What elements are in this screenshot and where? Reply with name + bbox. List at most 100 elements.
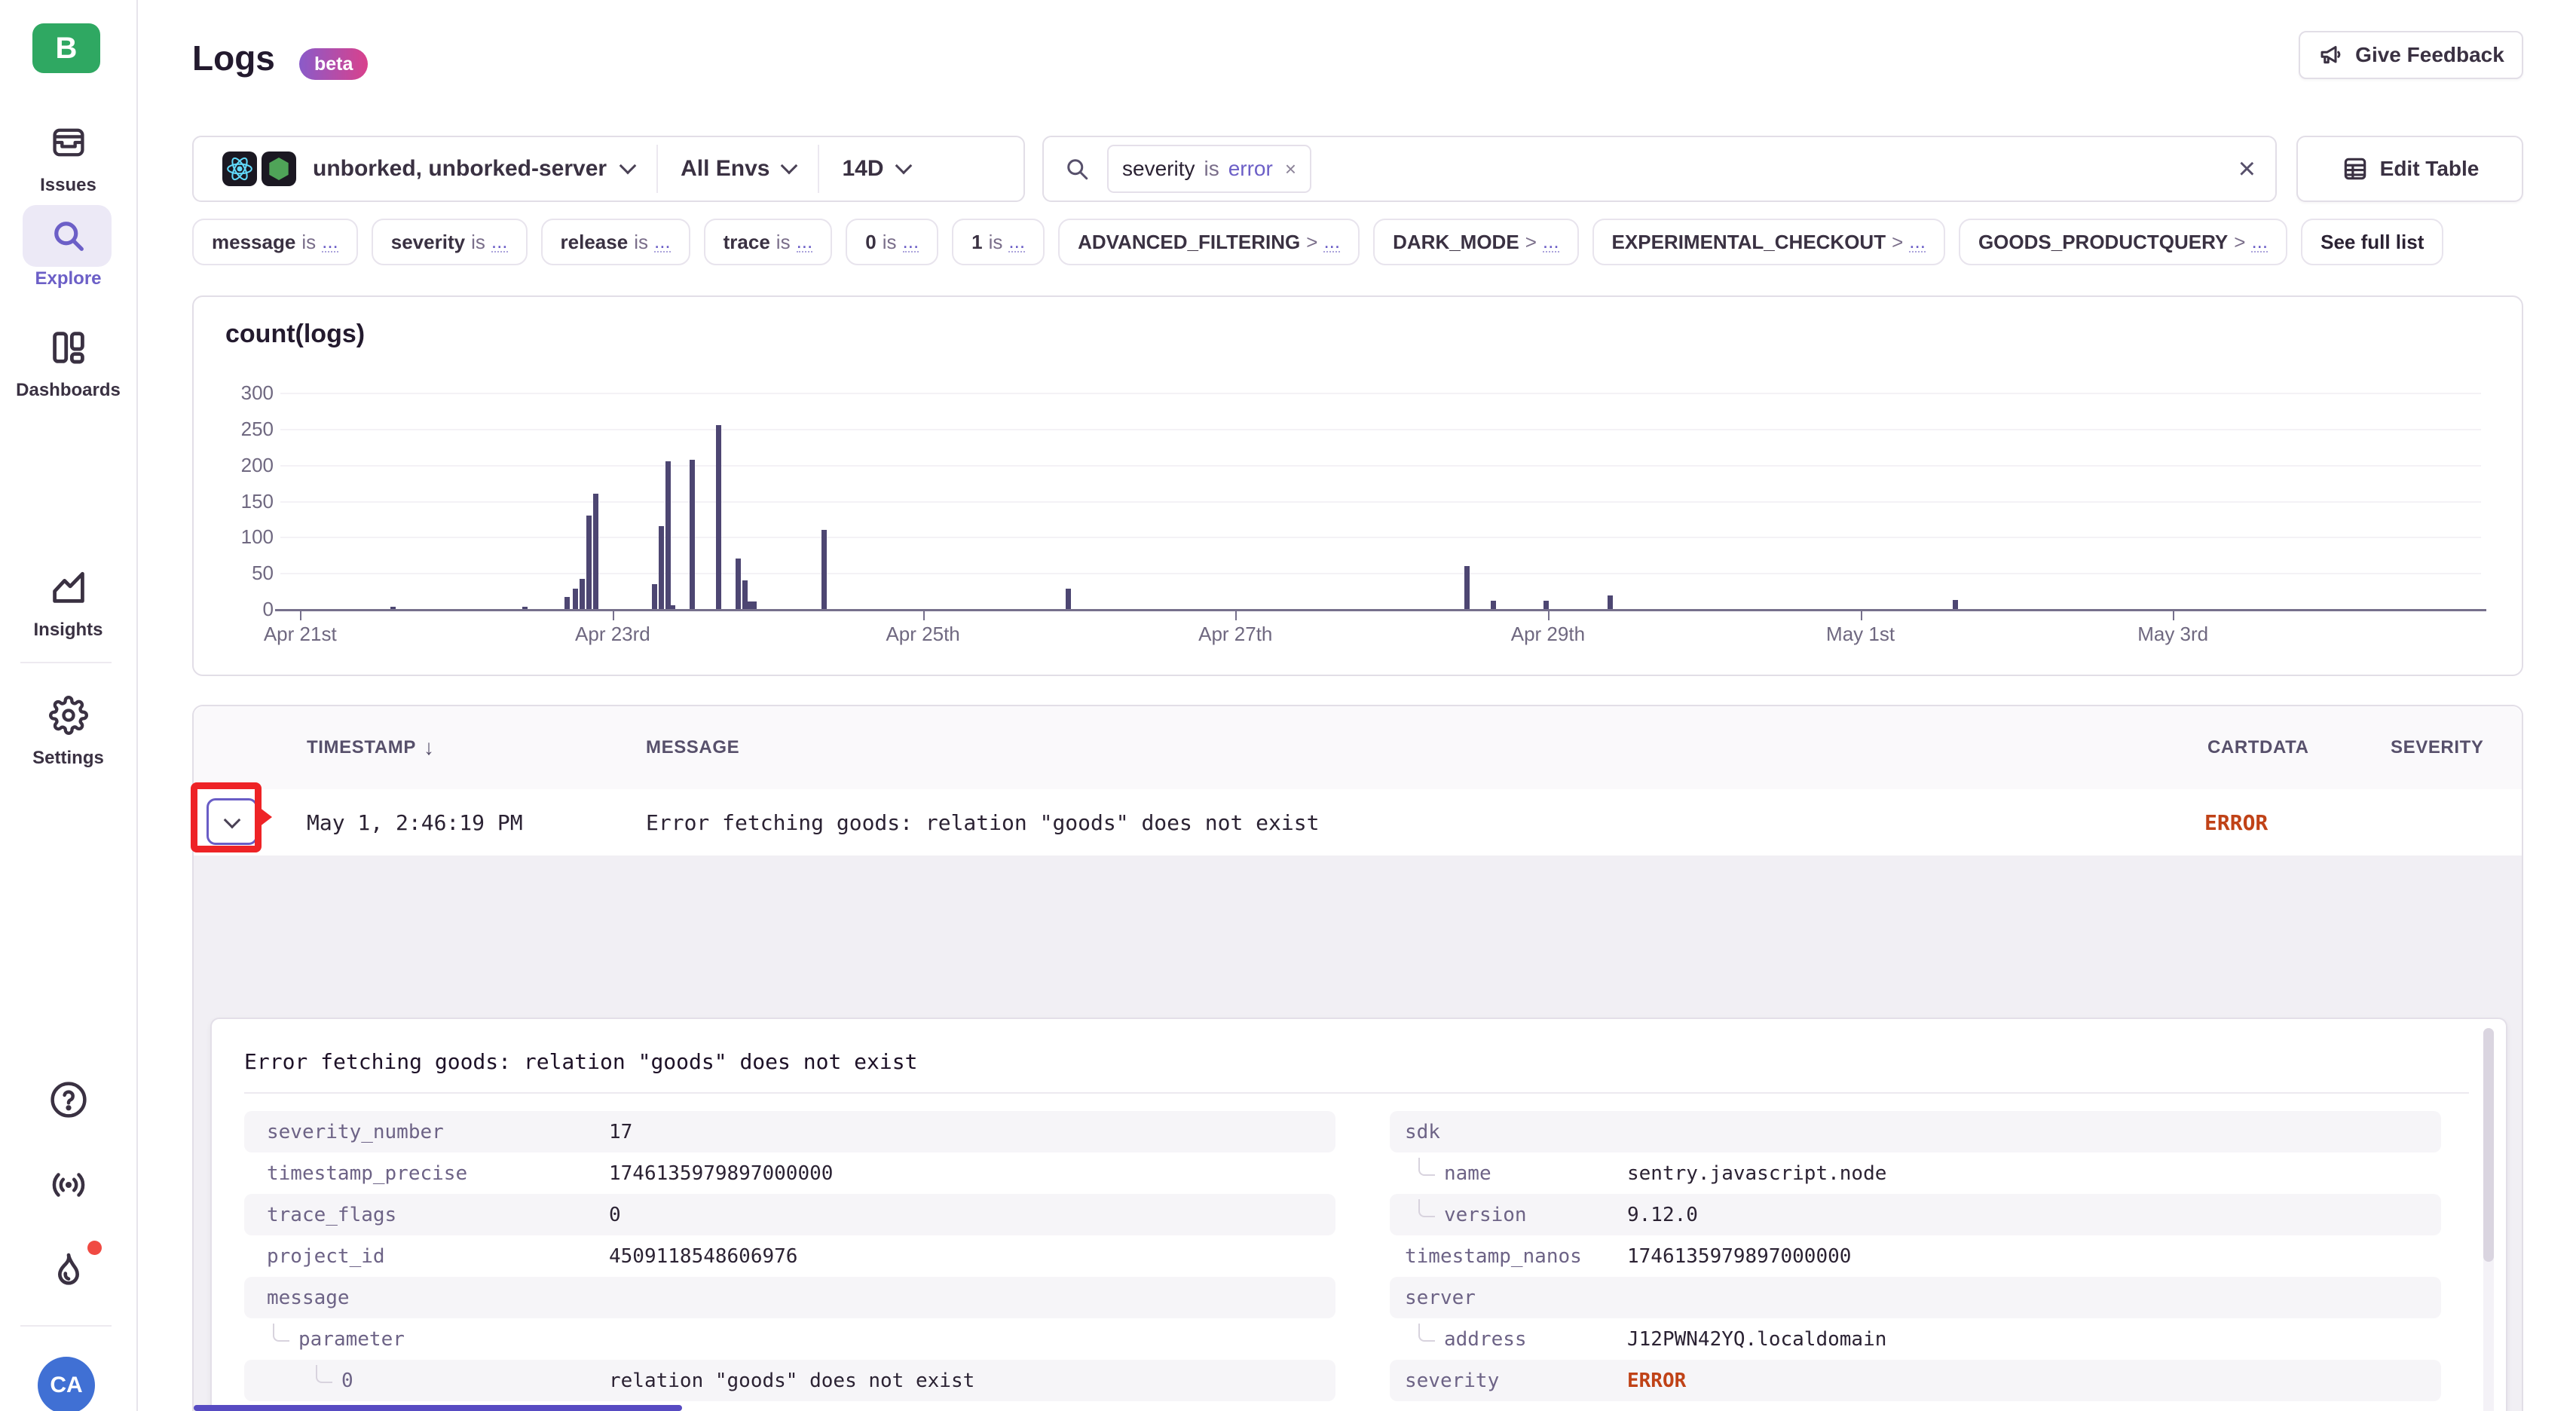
chart-bar	[586, 516, 592, 609]
project-selector[interactable]: unborked, unborked-server	[313, 156, 607, 182]
table-icon	[2341, 155, 2369, 183]
see-full-list-button[interactable]: See full list	[2301, 219, 2443, 265]
chip-key: 1	[971, 231, 982, 254]
filter-chip-advanced_filtering[interactable]: ADVANCED_FILTERING>...	[1058, 219, 1360, 265]
attribute-row-severity: severityERROR	[1390, 1360, 2441, 1401]
column-header-message[interactable]: MESSAGE	[646, 706, 739, 789]
column-header-severity[interactable]: SEVERITY	[2391, 706, 2484, 789]
sidebar-item-explore[interactable]: Explore	[0, 205, 136, 303]
column-header-timestamp[interactable]: TIMESTAMP ↓	[307, 706, 435, 789]
suggested-filter-chips: messageis...severityis...releaseis...tra…	[192, 219, 2576, 268]
search-input[interactable]: severity is error × ×	[1042, 136, 2277, 202]
token-remove-icon[interactable]: ×	[1285, 158, 1296, 181]
filter-chip-release[interactable]: releaseis...	[541, 219, 690, 265]
edit-table-label: Edit Table	[2380, 157, 2480, 181]
filter-chip-dark_mode[interactable]: DARK_MODE >...	[1373, 219, 1578, 265]
chart-bar	[1953, 600, 1958, 609]
attribute-key: severity	[1390, 1370, 1627, 1392]
search-icon	[0, 205, 136, 267]
sidebar-item-dashboards[interactable]: Dashboards	[0, 317, 136, 401]
row-expand-button[interactable]	[207, 798, 258, 845]
chart-bar	[580, 579, 585, 609]
chip-value-placeholder: ...	[1543, 231, 1559, 253]
divider	[656, 145, 658, 193]
gridline-50	[280, 573, 2481, 574]
attribute-key: message	[244, 1287, 609, 1309]
x-axis-tick-mark	[300, 611, 301, 620]
attributes-column-left: severity_number17timestamp_precise174613…	[244, 1111, 1335, 1411]
column-header-cartdata[interactable]: CARTDATA	[2207, 706, 2309, 789]
chart-bar	[716, 425, 721, 609]
environment-selector[interactable]: All Envs	[681, 156, 769, 182]
help-button[interactable]	[0, 1079, 136, 1120]
org-logo[interactable]: B	[32, 23, 100, 73]
chip-value-placeholder: ...	[797, 231, 813, 253]
attribute-key: timestamp_nanos	[1390, 1245, 1627, 1268]
cell-severity: ERROR	[2204, 789, 2268, 855]
edit-table-button[interactable]: Edit Table	[2296, 136, 2523, 202]
sidebar-item-insights[interactable]: Insights	[0, 556, 136, 641]
page-filter-bar[interactable]: unborked, unborked-server All Envs 14D	[192, 136, 1025, 202]
notification-dot	[87, 1241, 102, 1255]
log-detail-title: Error fetching goods: relation "goods" d…	[244, 1049, 917, 1074]
cell-timestamp: May 1, 2:46:19 PM	[307, 789, 523, 855]
search-icon	[1063, 155, 1091, 182]
attribute-row-trace_flags: trace_flags0	[244, 1194, 1335, 1235]
attribute-key: stack	[1390, 1401, 1627, 1411]
y-axis-tick-100: 100	[209, 525, 274, 549]
chip-operator: is	[776, 231, 791, 254]
chip-key: 0	[865, 231, 876, 254]
filter-chip-0[interactable]: 0is...	[846, 219, 938, 265]
user-avatar[interactable]: CA	[38, 1357, 95, 1411]
attribute-row-stack: stackerror: relation "goods" does not ex…	[1390, 1401, 2441, 1411]
attribute-value: 0	[609, 1204, 1335, 1226]
attribute-row-sdk: sdk	[1390, 1111, 2441, 1152]
sidebar-item-issues[interactable]: Issues	[0, 112, 136, 196]
x-axis-tick-mark	[613, 611, 614, 620]
attribute-row-name: namesentry.javascript.node	[1390, 1152, 2441, 1194]
attribute-key: sdk	[1390, 1121, 1627, 1143]
search-filter-token[interactable]: severity is error ×	[1107, 145, 1311, 193]
chip-key: DARK_MODE	[1393, 231, 1519, 254]
log-table-row[interactable]: May 1, 2:46:19 PM Error fetching goods: …	[194, 789, 2522, 855]
chip-operator: is	[883, 231, 897, 254]
y-axis-tick-50: 50	[209, 562, 274, 585]
chip-key: EXPERIMENTAL_CHECKOUT	[1612, 231, 1886, 254]
broadcast-button[interactable]	[0, 1165, 136, 1205]
cell-message: Error fetching goods: relation "goods" d…	[646, 789, 1319, 855]
chip-key: message	[212, 231, 295, 254]
give-feedback-button[interactable]: Give Feedback	[2299, 31, 2523, 79]
attribute-row-timestamp_precise: timestamp_precise1746135979897000000	[244, 1152, 1335, 1194]
attribute-value: J12PWN42YQ.localdomain	[1627, 1328, 2441, 1351]
sidebar-item-settings[interactable]: Settings	[0, 684, 136, 769]
filter-chip-goods_productquery[interactable]: GOODS_PRODUCTQUERY>...	[1959, 219, 2287, 265]
sort-desc-icon: ↓	[424, 736, 435, 760]
logs-page: B Issues Explore D	[0, 0, 2576, 1411]
chart-title: count(logs)	[225, 320, 365, 349]
date-range-selector[interactable]: 14D	[842, 156, 883, 182]
detail-vertical-scrollbar[interactable]	[2483, 1028, 2494, 1411]
attribute-row-timestamp_nanos: timestamp_nanos1746135979897000000	[1390, 1235, 2441, 1277]
filter-chip-experimental_checkout[interactable]: EXPERIMENTAL_CHECKOUT>...	[1592, 219, 1945, 265]
expanded-row-region: Error fetching goods: relation "goods" d…	[194, 855, 2522, 1411]
chevron-down-icon	[620, 158, 637, 175]
filter-chip-message[interactable]: messageis...	[192, 219, 358, 265]
search-clear-button[interactable]: ×	[2238, 154, 2256, 184]
attribute-key: address	[1390, 1328, 1627, 1351]
y-axis-tick-300: 300	[209, 381, 274, 405]
filter-chip-severity[interactable]: severityis...	[372, 219, 528, 265]
attribute-value: 4509118548606976	[609, 1245, 1335, 1268]
x-axis-tick-label: May 1st	[1778, 623, 1944, 646]
chip-value-placeholder: ...	[491, 231, 508, 253]
table-horizontal-scrollbar-thumb[interactable]	[194, 1405, 682, 1411]
log-detail-card: Error fetching goods: relation "goods" d…	[210, 1018, 2507, 1411]
scrollbar-thumb[interactable]	[2483, 1028, 2494, 1262]
y-axis-tick-0: 0	[209, 598, 274, 621]
filter-chip-trace[interactable]: traceis...	[704, 219, 833, 265]
chevron-down-icon	[781, 158, 798, 175]
chip-operator: >	[1525, 231, 1537, 254]
filter-chip-1[interactable]: 1is...	[952, 219, 1045, 265]
chip-value-placeholder: ...	[654, 231, 671, 253]
whats-new-button[interactable]	[0, 1250, 136, 1292]
chevron-down-icon	[895, 158, 912, 175]
